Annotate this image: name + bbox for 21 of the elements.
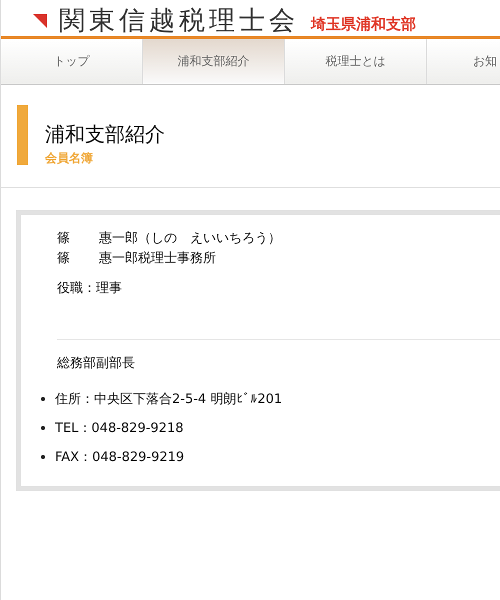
nav-tab[interactable]: 浦和支部紹介 <box>143 39 285 84</box>
member-position: 役職：理事 <box>57 279 500 340</box>
nav-tab[interactable]: トップ <box>1 39 143 84</box>
member-role: 総務部副部長 <box>57 355 136 372</box>
contact-info: FAX：048-829-9219 <box>55 449 184 466</box>
member-surname: 篠 <box>57 250 71 268</box>
nav-tab[interactable]: 税理士とは <box>285 39 427 84</box>
bullet-icon <box>41 455 45 459</box>
member-name-detail: 惠一郎（しの えいいちろう） <box>99 230 281 248</box>
contact-info: 住所：中央区下落合2-5-4 明朗ﾋﾞﾙ201 <box>55 391 282 408</box>
member-name-detail: 惠一郎税理士事務所 <box>99 250 216 268</box>
branch-name: 埼玉県浦和支部 <box>311 14 416 35</box>
bullet-icon <box>41 426 45 430</box>
site-logo-text[interactable]: 関東信越税理士会 <box>59 6 299 36</box>
bullet-icon <box>41 397 45 401</box>
contact-info: TEL：048-829-9218 <box>55 420 184 437</box>
page-subtitle: 会員名簿 <box>45 150 94 167</box>
title-accent-bar <box>17 105 28 165</box>
page-title: 浦和支部紹介 <box>45 121 165 148</box>
logo-mark-icon <box>33 14 47 28</box>
member-surname: 篠 <box>57 230 71 248</box>
